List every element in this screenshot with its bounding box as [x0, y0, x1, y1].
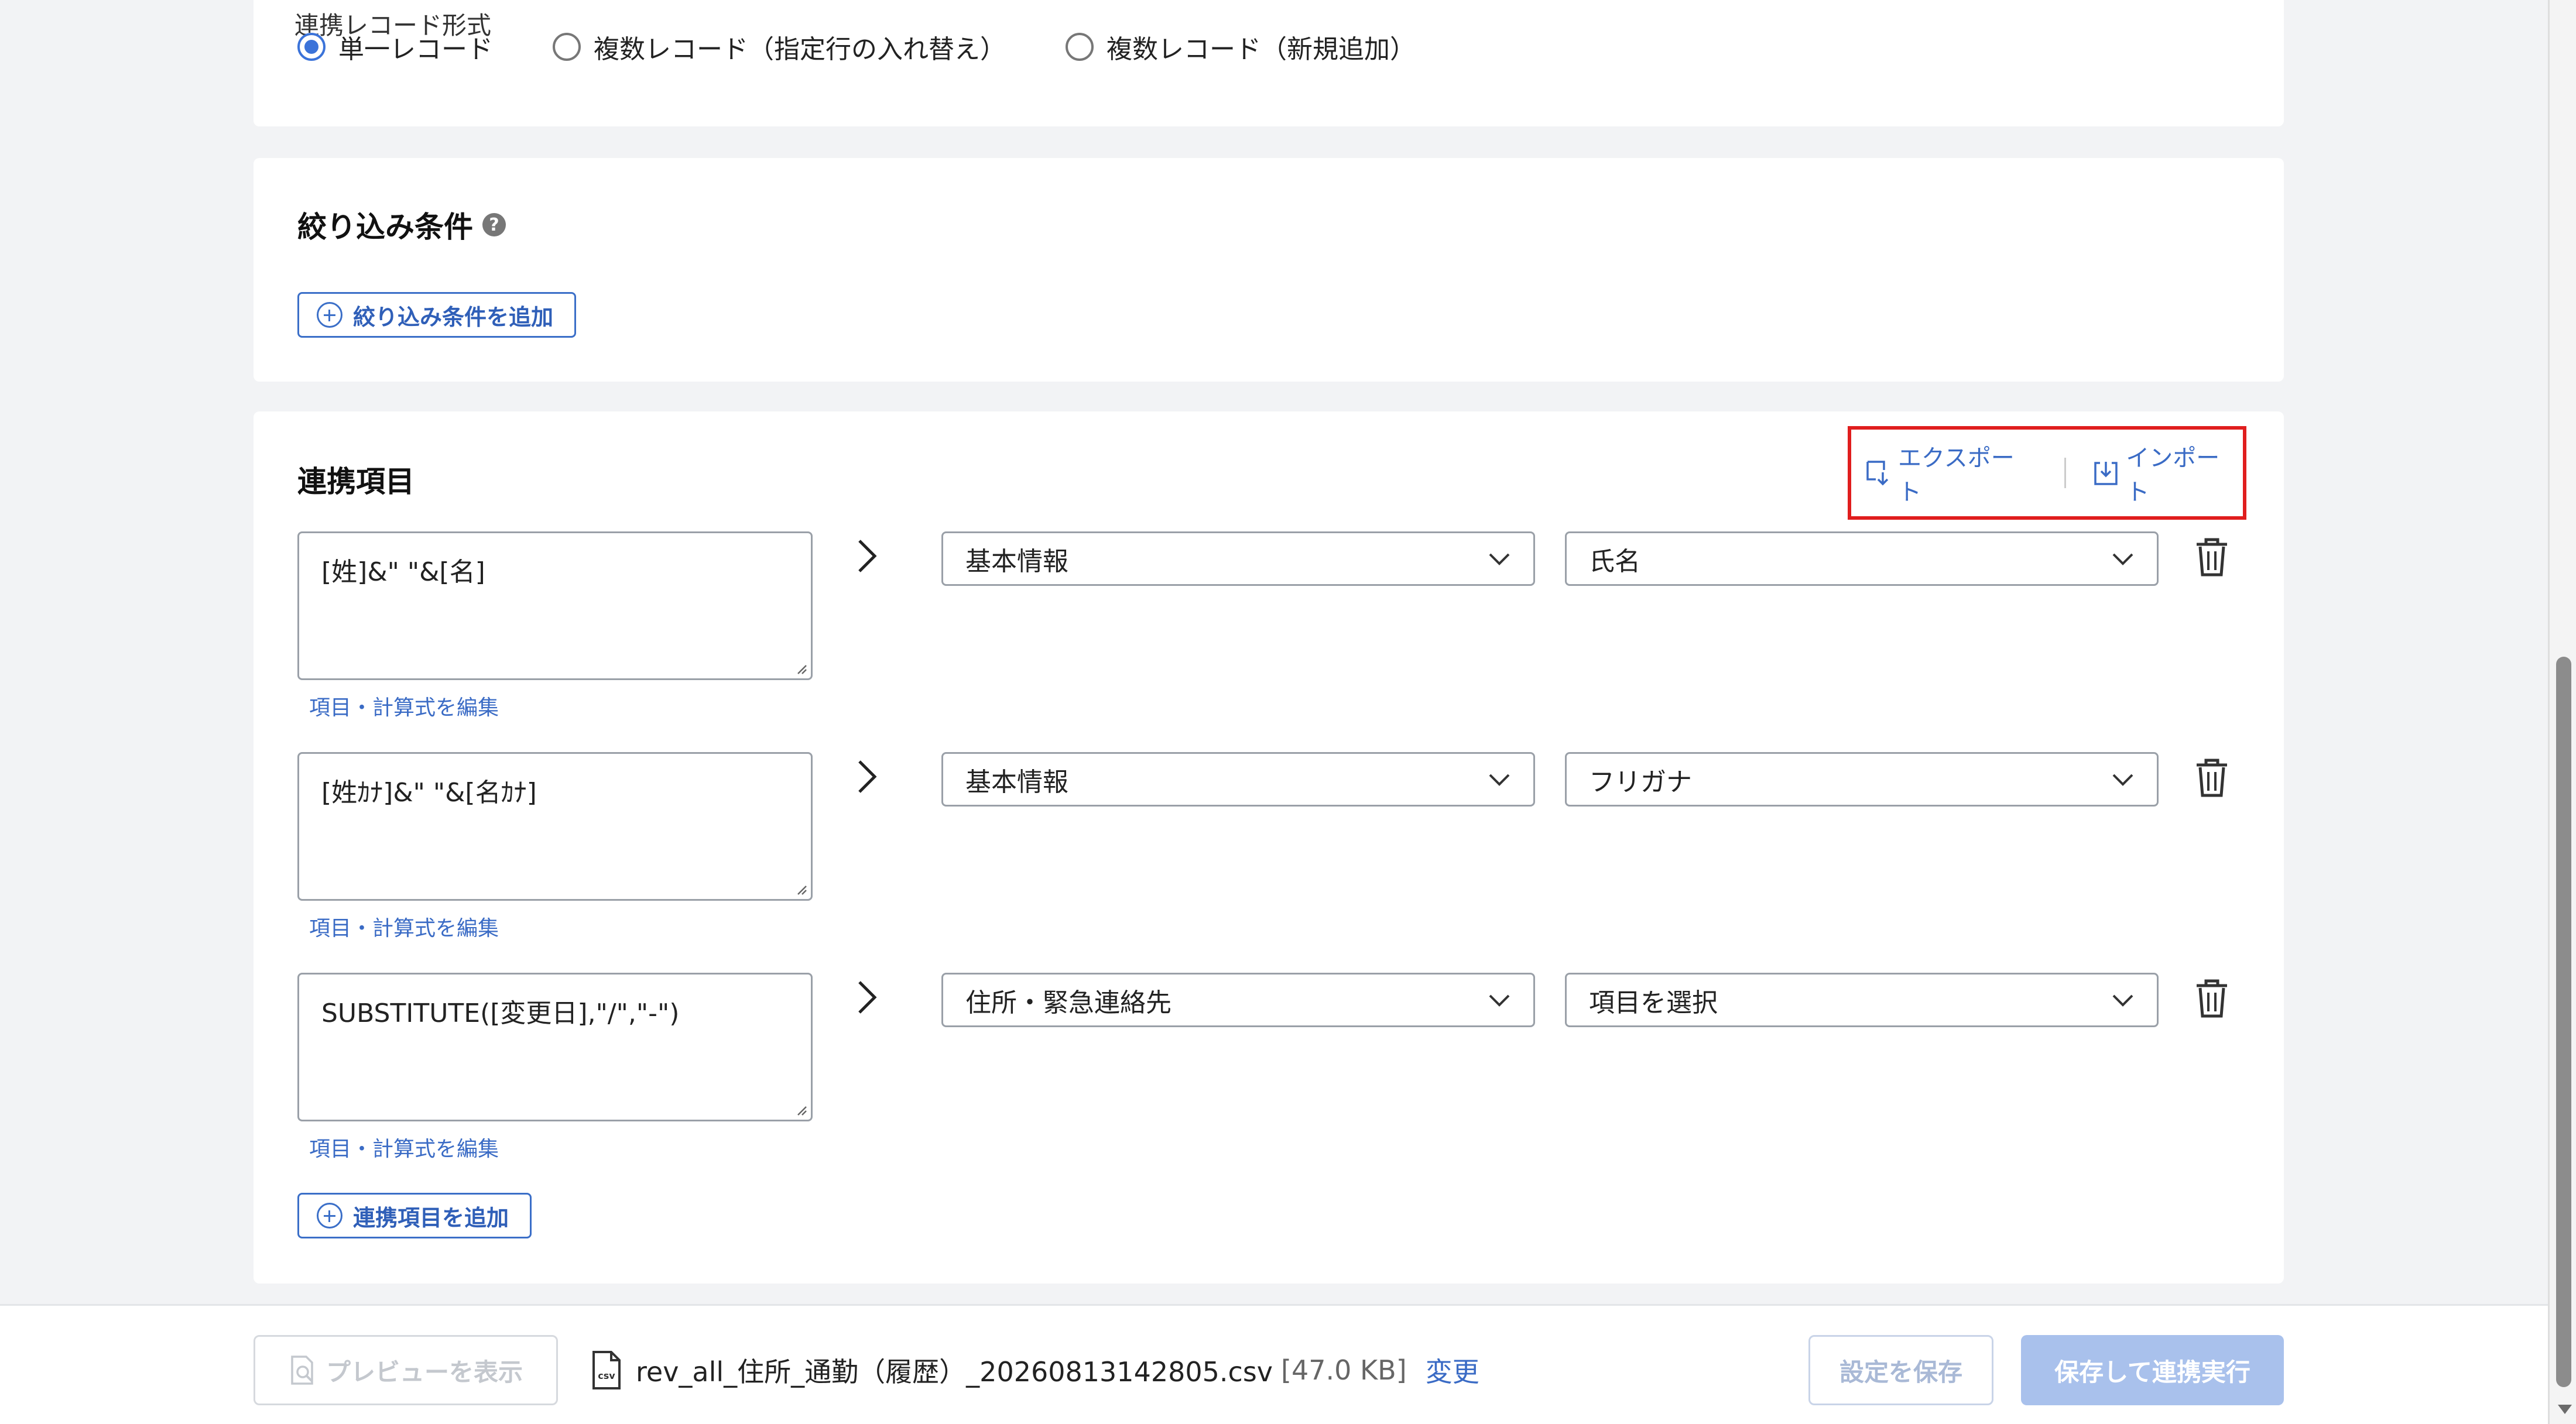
change-file-link[interactable]: 変更 — [1426, 1351, 1479, 1389]
preview-label: プレビューを表示 — [326, 1357, 523, 1387]
chevron-down-icon — [2112, 553, 2133, 565]
csv-file-icon: csv — [592, 1351, 621, 1389]
record-format-radio-group: 単一レコード 複数レコード（指定行の入れ替え） 複数レコード（新規追加） — [297, 28, 1475, 66]
field-select[interactable]: 氏名 — [1565, 531, 2159, 586]
scroll-down-arrow-icon[interactable] — [2558, 1405, 2572, 1414]
mapping-title: 連携項目 — [297, 465, 415, 499]
resize-grip-icon[interactable] — [793, 881, 807, 895]
file-info: csv rev_all_住所_通勤（履歴）_20260813142805.csv… — [590, 1347, 1479, 1394]
formula-text: SUBSTITUTE([変更日],"/","-") — [321, 998, 680, 1028]
category-value: 基本情報 — [965, 767, 1068, 797]
chevron-right-icon — [858, 540, 877, 572]
category-value: 住所・緊急連絡先 — [965, 987, 1171, 1018]
help-icon[interactable]: ? — [482, 213, 506, 236]
category-select[interactable]: 基本情報 — [941, 531, 1535, 586]
import-label: インポート — [2126, 445, 2220, 506]
radio-dot — [1066, 33, 1094, 61]
preview-search-icon — [291, 1356, 313, 1385]
trash-icon[interactable] — [2194, 758, 2229, 798]
import-icon — [2094, 462, 2118, 485]
chevron-right-icon — [858, 981, 877, 1014]
edit-formula-link[interactable]: 項目・計算式を編集 — [309, 1132, 499, 1162]
radio-multi-record-add[interactable]: 複数レコード（新規追加） — [1066, 28, 1416, 66]
trash-icon[interactable] — [2194, 537, 2229, 577]
category-value: 基本情報 — [965, 546, 1068, 577]
vertical-scrollbar[interactable] — [2548, 0, 2576, 1424]
chevron-down-icon — [1489, 994, 1510, 1007]
file-size: [47.0 KB] — [1281, 1354, 1407, 1386]
add-mapping-button[interactable]: 連携項目を追加 — [297, 1193, 532, 1238]
mapping-row: [姓ｶﾅ]&" "&[名ｶﾅ] 項目・計算式を編集 基本情報 フリガナ — [297, 752, 2229, 963]
export-link[interactable]: エクスポート — [1865, 439, 2037, 507]
chevron-down-icon — [1489, 774, 1510, 786]
formula-textarea[interactable]: [姓]&" "&[名] — [297, 531, 813, 680]
filter-title: 絞り込み条件 ? — [297, 204, 506, 246]
add-mapping-label: 連携項目を追加 — [353, 1205, 509, 1231]
add-filter-label: 絞り込み条件を追加 — [353, 304, 554, 330]
field-select[interactable]: 項目を選択 — [1565, 973, 2159, 1027]
mapping-card: 連携項目 エクスポート インポート [姓]&" "&[名] 項目・計算式を編集 … — [254, 411, 2284, 1284]
formula-text: [姓ｶﾅ]&" "&[名ｶﾅ] — [321, 778, 537, 808]
trash-icon[interactable] — [2194, 979, 2229, 1018]
radio-label: 単一レコード — [338, 35, 493, 64]
chevron-down-icon — [2112, 994, 2133, 1007]
field-value: 項目を選択 — [1589, 987, 1718, 1018]
category-select[interactable]: 住所・緊急連絡先 — [941, 973, 1535, 1027]
radio-label: 複数レコード（指定行の入れ替え） — [594, 35, 1006, 64]
divider — [2064, 458, 2067, 488]
edit-formula-link[interactable]: 項目・計算式を編集 — [309, 911, 499, 942]
export-icon — [1866, 461, 1889, 486]
save-settings-button[interactable]: 設定を保存 — [1808, 1335, 1993, 1405]
scrollbar-thumb[interactable] — [2556, 657, 2571, 1387]
formula-textarea[interactable]: [姓ｶﾅ]&" "&[名ｶﾅ] — [297, 752, 813, 901]
mapping-row: [姓]&" "&[名] 項目・計算式を編集 基本情報 氏名 — [297, 531, 2229, 742]
radio-single-record[interactable]: 単一レコード — [297, 28, 493, 66]
import-link[interactable]: インポート — [2093, 439, 2243, 507]
radio-dot — [297, 33, 326, 61]
resize-grip-icon[interactable] — [793, 661, 807, 675]
export-label: エクスポート — [1897, 445, 2015, 506]
preview-button[interactable]: プレビューを表示 — [254, 1335, 558, 1405]
field-select[interactable]: フリガナ — [1565, 752, 2159, 807]
add-filter-button[interactable]: 絞り込み条件を追加 — [297, 292, 577, 338]
svg-text:csv: csv — [598, 1370, 615, 1381]
category-select[interactable]: 基本情報 — [941, 752, 1535, 807]
edit-formula-link[interactable]: 項目・計算式を編集 — [309, 691, 499, 721]
field-value: フリガナ — [1589, 767, 1692, 797]
file-name: rev_all_住所_通勤（履歴）_20260813142805.csv — [636, 1356, 1273, 1388]
chevron-right-icon — [858, 760, 877, 793]
radio-multi-record-replace[interactable]: 複数レコード（指定行の入れ替え） — [553, 28, 1006, 66]
plus-circle-icon — [317, 1203, 342, 1229]
field-value: 氏名 — [1589, 546, 1640, 577]
chevron-down-icon — [2112, 774, 2133, 786]
bottom-action-bar: プレビューを表示 csv rev_all_住所_通勤（履歴）_202608131… — [0, 1304, 2548, 1424]
save-and-run-button[interactable]: 保存して連携実行 — [2021, 1335, 2284, 1405]
radio-dot — [553, 33, 581, 61]
export-import-highlight: エクスポート インポート — [1848, 426, 2246, 520]
plus-circle-icon — [317, 302, 342, 328]
page: 連携レコード形式 単一レコード 複数レコード（指定行の入れ替え） 複数レコード（… — [0, 0, 2548, 1424]
resize-grip-icon[interactable] — [793, 1102, 807, 1116]
filter-card: 絞り込み条件 ? 絞り込み条件を追加 — [254, 158, 2284, 382]
radio-label: 複数レコード（新規追加） — [1107, 35, 1416, 64]
formula-textarea[interactable]: SUBSTITUTE([変更日],"/","-") — [297, 973, 813, 1121]
record-format-card: 連携レコード形式 単一レコード 複数レコード（指定行の入れ替え） 複数レコード（… — [254, 0, 2284, 126]
formula-text: [姓]&" "&[名] — [321, 557, 485, 587]
filter-title-text: 絞り込み条件 — [297, 210, 473, 244]
chevron-down-icon — [1489, 553, 1510, 565]
mapping-row: SUBSTITUTE([変更日],"/","-") 項目・計算式を編集 住所・緊… — [297, 973, 2229, 1183]
